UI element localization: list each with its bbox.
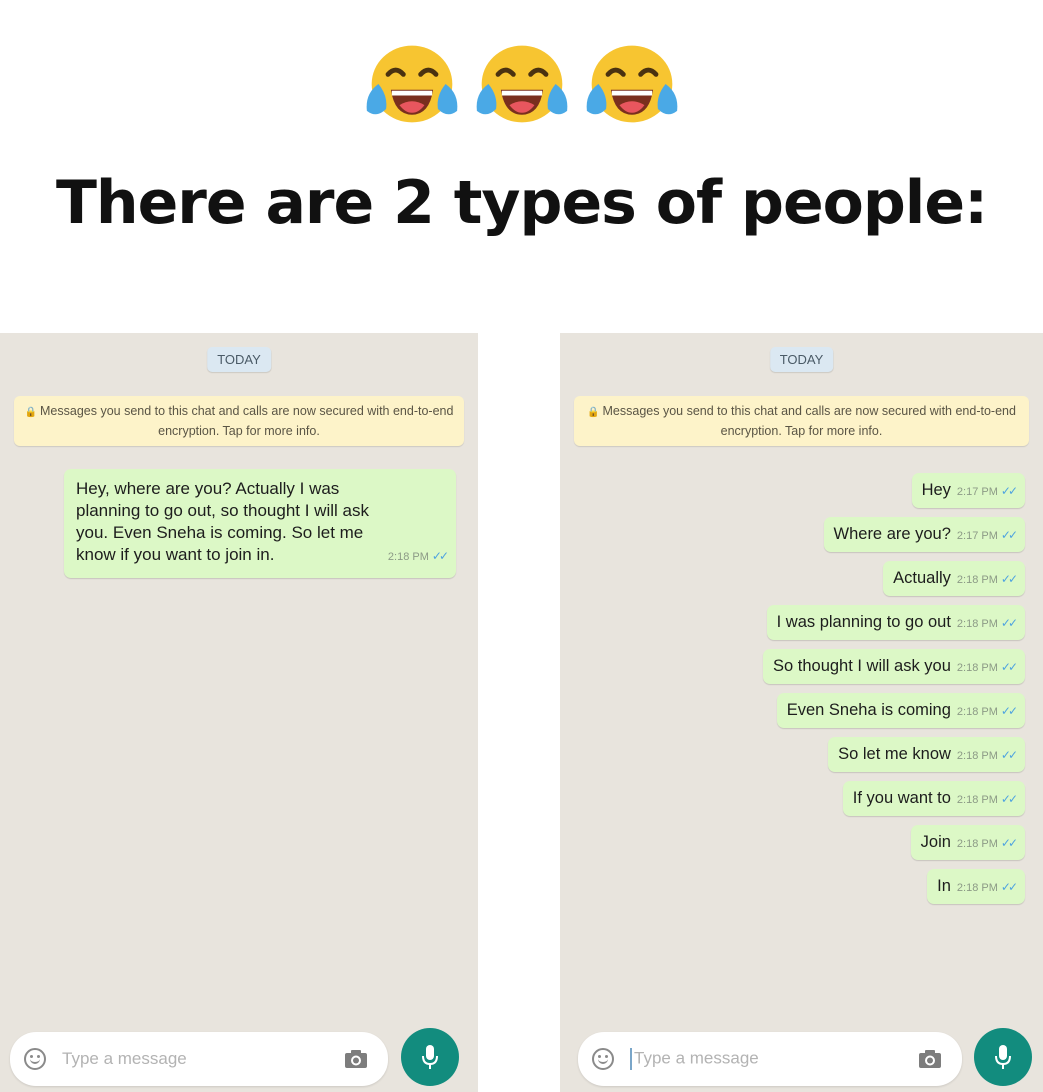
message-text: Even Sneha is coming	[786, 701, 951, 719]
message-meta: 2:17 PM ✓✓	[956, 527, 1018, 542]
encryption-notice[interactable]: 🔒 Messages you send to this chat and call…	[574, 396, 1029, 446]
message-meta: 2:18 PM ✓✓	[956, 703, 1018, 718]
camera-icon[interactable]	[918, 1049, 942, 1069]
emoji-row	[0, 36, 1043, 132]
message-text: In	[937, 877, 951, 895]
microphone-icon	[995, 1045, 1011, 1069]
message-bubble[interactable]: Actually 2:18 PM ✓✓	[883, 561, 1025, 596]
double-check-icon: ✓✓	[1000, 791, 1018, 806]
microphone-icon	[422, 1045, 438, 1069]
smiley-icon[interactable]	[592, 1048, 614, 1070]
date-chip: TODAY	[207, 347, 271, 372]
double-check-icon: ✓✓	[1000, 703, 1018, 718]
face-with-tears-of-joy-icon	[476, 45, 567, 123]
message-line: Hey, where are you? Actually I was	[76, 479, 340, 498]
chat-panel-right: TODAY 🔒 Messages you send to this chat an…	[560, 333, 1043, 1092]
message-time: 2:18 PM	[956, 617, 998, 630]
message-time: 2:18 PM	[956, 881, 998, 894]
message-time: 2:17 PM	[956, 485, 998, 498]
double-check-icon: ✓✓	[1000, 483, 1018, 498]
voice-record-button[interactable]	[401, 1028, 459, 1086]
message-time: 2:18 PM	[956, 749, 998, 762]
message-meta: 2:18 PM ✓✓	[956, 615, 1018, 630]
message-input-placeholder: Type a message	[634, 1048, 759, 1068]
message-text: So let me know	[838, 745, 951, 763]
message-text: Join	[920, 833, 951, 851]
message-line: you. Even Sneha is coming. So let me	[76, 523, 364, 542]
message-time: 2:18 PM	[956, 661, 998, 674]
message-text: So thought I will ask you	[772, 657, 951, 675]
message-composer[interactable]: Type a message	[10, 1032, 388, 1086]
face-with-tears-of-joy-icon	[366, 45, 457, 123]
message-input[interactable]: Type a message	[630, 1048, 918, 1070]
message-bubble[interactable]: Even Sneha is coming 2:18 PM ✓✓	[776, 693, 1025, 728]
voice-record-button[interactable]	[974, 1028, 1032, 1086]
message-text: Hey	[921, 481, 951, 499]
message-bubble[interactable]: So let me know 2:18 PM ✓✓	[828, 737, 1025, 772]
face-with-tears-of-joy-icon	[586, 45, 677, 123]
message-meta: 2:18 PM ✓✓	[956, 659, 1018, 674]
message-time: 2:18 PM	[956, 705, 998, 718]
double-check-icon: ✓✓	[431, 549, 449, 563]
lock-icon: 🔒	[587, 407, 600, 418]
message-text: I was planning to go out	[776, 613, 951, 631]
message-meta: 2:18 PM ✓✓	[956, 571, 1018, 586]
date-chip: TODAY	[769, 347, 834, 372]
camera-icon[interactable]	[344, 1049, 368, 1069]
message-text: Actually	[893, 569, 951, 587]
double-check-icon: ✓✓	[1000, 747, 1018, 762]
double-check-icon: ✓✓	[1000, 527, 1018, 542]
message-line: planning to go out, so thought I will as…	[76, 501, 369, 520]
headline: There are 2 types of people:	[55, 168, 988, 238]
lock-icon: 🔒	[24, 407, 37, 418]
double-check-icon: ✓✓	[1000, 835, 1018, 850]
double-check-icon: ✓✓	[1000, 659, 1018, 674]
message-bubble[interactable]: I was planning to go out 2:18 PM ✓✓	[766, 605, 1025, 640]
message-text: If you want to	[852, 789, 951, 807]
message-composer[interactable]: Type a message	[578, 1032, 962, 1086]
smiley-icon[interactable]	[24, 1048, 46, 1070]
encryption-notice-text: Messages you send to this chat and calls…	[40, 404, 454, 438]
message-time: 2:18 PM	[956, 573, 998, 586]
encryption-notice-text: Messages you send to this chat and calls…	[602, 404, 1016, 438]
message-meta: 2:18 PM ✓✓	[387, 545, 449, 568]
message-list: Hey 2:17 PM ✓✓ Where are you? 2:17 PM ✓✓ Act…	[762, 473, 1025, 904]
double-check-icon: ✓✓	[1000, 571, 1018, 586]
message-time: 2:18 PM	[956, 837, 998, 850]
double-check-icon: ✓✓	[1000, 879, 1018, 894]
message-meta: 2:18 PM ✓✓	[956, 791, 1018, 806]
message-time: 2:18 PM	[387, 551, 429, 563]
message-bubble[interactable]: If you want to 2:18 PM ✓✓	[842, 781, 1025, 816]
message-time: 2:17 PM	[956, 529, 998, 542]
message-time: 2:18 PM	[956, 793, 998, 806]
message-bubble[interactable]: Hey, where are you? Actually I was plann…	[64, 469, 456, 578]
message-bubble[interactable]: In 2:18 PM ✓✓	[927, 869, 1025, 904]
message-text: Where are you?	[833, 525, 951, 543]
message-meta: 2:18 PM ✓✓	[956, 835, 1018, 850]
message-meta: 2:17 PM ✓✓	[956, 483, 1018, 498]
message-input[interactable]: Type a message	[62, 1049, 344, 1069]
encryption-notice[interactable]: 🔒 Messages you send to this chat and call…	[14, 396, 464, 446]
message-meta: 2:18 PM ✓✓	[956, 879, 1018, 894]
message-bubble[interactable]: Where are you? 2:17 PM ✓✓	[823, 517, 1025, 552]
text-cursor	[630, 1048, 632, 1070]
double-check-icon: ✓✓	[1000, 615, 1018, 630]
chat-panel-left: TODAY 🔒 Messages you send to this chat an…	[0, 333, 478, 1092]
message-meta: 2:18 PM ✓✓	[956, 747, 1018, 762]
message-bubble[interactable]: Hey 2:17 PM ✓✓	[911, 473, 1025, 508]
message-bubble[interactable]: So thought I will ask you 2:18 PM ✓✓	[762, 649, 1025, 684]
message-bubble[interactable]: Join 2:18 PM ✓✓	[910, 825, 1025, 860]
